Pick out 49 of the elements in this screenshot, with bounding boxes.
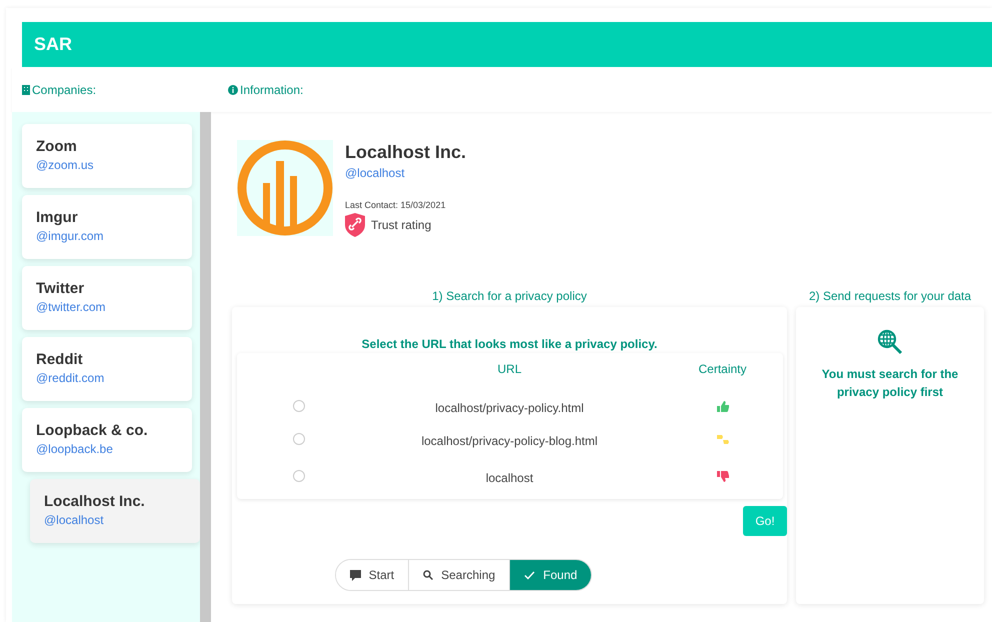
company-handle: @localhost [345,166,406,180]
company-handle: @reddit.com [36,371,106,385]
company-name: Localhost Inc. [44,493,146,510]
company-handle: @zoom.us [36,158,95,172]
company-card[interactable]: Imgur @imgur.com [22,195,192,259]
check-icon [524,570,536,580]
notice-text: You must search for the privacy policy first [820,366,960,401]
progress-step[interactable]: Found [509,560,592,590]
step-heading: 1) Search for a privacy policy [432,289,587,305]
magnifier-icon [423,570,434,580]
company-name: Imgur [36,209,79,226]
shield-link-icon [345,213,365,237]
company-card[interactable]: Twitter @twitter.com [22,266,192,330]
companies-label: Companies: [22,82,228,96]
scrollbar[interactable] [200,112,211,622]
company-handle: @imgur.com [36,229,105,243]
building-icon [22,84,30,94]
company-handle: @loopback.be [36,442,114,456]
url-cell-text: localhost/privacy-policy-blog.html [420,434,599,448]
radio-button[interactable] [292,470,304,482]
url-cell-text: localhost [484,471,534,485]
globe-search-icon [877,329,903,355]
company-card[interactable]: Localhost Inc. @localhost [30,479,200,543]
column-header: URL [496,362,522,376]
instruction-text: Select the URL that looks most like a privacy policy. [362,337,658,351]
thumbs-down-icon [716,471,728,482]
url-cell-text: localhost/privacy-policy.html [434,400,585,414]
last-contact: Last Contact: 15/03/2021 [345,200,447,210]
company-name: Twitter [36,280,86,297]
speech-bubble-icon [350,570,361,580]
thumbs-sideways-icon [716,434,728,444]
radio-button[interactable] [292,400,304,412]
radio-button[interactable] [292,432,304,444]
company-handle: @twitter.com [36,300,107,314]
information-label: Information: [228,82,304,96]
column-header: Certainty [697,362,748,376]
thumbs-up-icon [716,400,728,412]
step-heading: 2) Send requests for your data [808,289,972,305]
company-card[interactable]: Reddit @reddit.com [22,337,192,401]
company-name: Reddit [36,351,84,368]
app-header: SAR [22,22,992,67]
info-icon [228,84,238,94]
company-card[interactable]: Zoom @zoom.us [22,124,192,188]
company-name: Loopback & co. [36,422,149,439]
company-title: Localhost Inc. [345,142,466,163]
company-card[interactable]: Loopback & co. @loopback.be [22,408,192,472]
company-name: Zoom [36,138,78,155]
company-handle: @localhost [44,513,105,527]
trust-rating: Trust rating [371,218,432,232]
